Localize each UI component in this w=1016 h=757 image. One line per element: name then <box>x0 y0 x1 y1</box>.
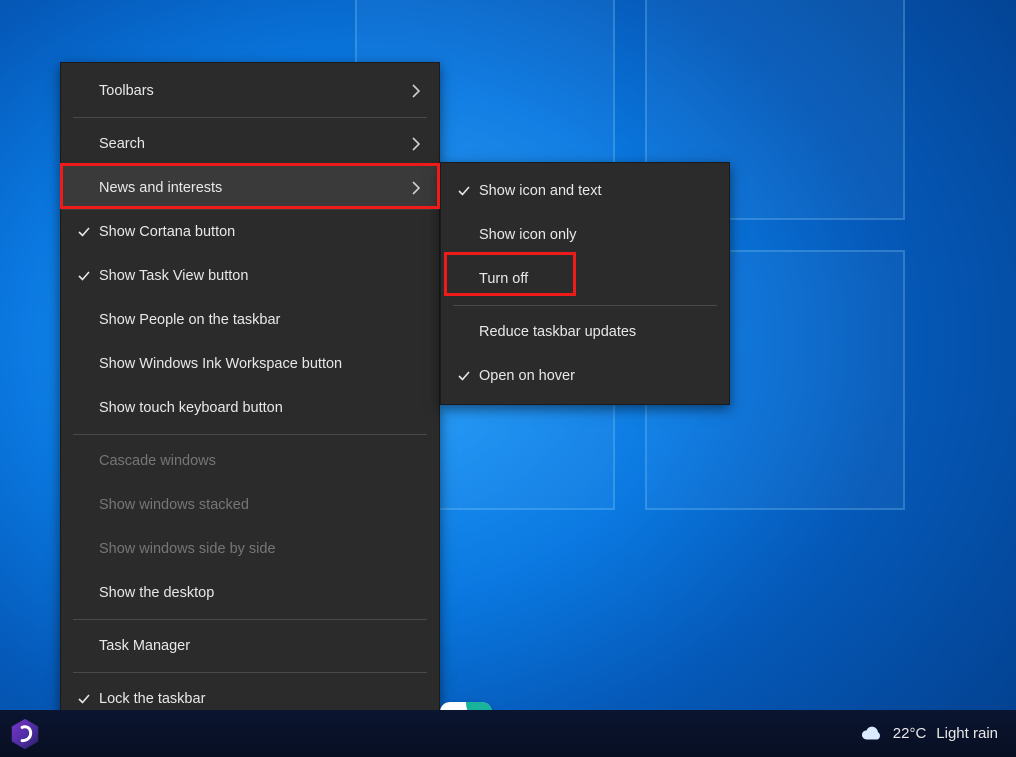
menu-item-label: News and interests <box>97 180 411 196</box>
menu-item-label: Show Windows Ink Workspace button <box>97 356 425 372</box>
submenu-item-open-on-hover[interactable]: Open on hover <box>441 354 729 398</box>
menu-item-show-ink[interactable]: Show Windows Ink Workspace button <box>61 342 439 386</box>
menu-separator <box>73 434 427 435</box>
news-submenu: Show icon and text Show icon only Turn o… <box>440 162 730 405</box>
checkmark-icon <box>451 369 477 383</box>
start-button-logo[interactable] <box>8 717 42 751</box>
menu-item-label: Reduce taskbar updates <box>477 324 715 340</box>
chevron-right-icon <box>411 181 425 195</box>
submenu-item-show-icon-text[interactable]: Show icon and text <box>441 169 729 213</box>
weather-cloud-icon <box>861 723 883 745</box>
menu-item-label: Show icon and text <box>477 183 715 199</box>
chevron-right-icon <box>411 84 425 98</box>
submenu-item-turn-off[interactable]: Turn off <box>441 257 729 301</box>
menu-item-show-task-view[interactable]: Show Task View button <box>61 254 439 298</box>
menu-item-show-desktop[interactable]: Show the desktop <box>61 571 439 615</box>
menu-item-label: Task Manager <box>97 638 425 654</box>
menu-item-show-stacked: Show windows stacked <box>61 483 439 527</box>
weather-condition: Light rain <box>936 725 998 742</box>
menu-item-search[interactable]: Search <box>61 122 439 166</box>
menu-item-label: Show icon only <box>477 227 715 243</box>
menu-item-label: Show windows side by side <box>97 541 425 557</box>
menu-separator <box>453 305 717 306</box>
menu-item-label: Search <box>97 136 411 152</box>
menu-item-label: Lock the taskbar <box>97 691 425 707</box>
menu-item-label: Open on hover <box>477 368 715 384</box>
menu-item-label: Cascade windows <box>97 453 425 469</box>
menu-item-label: Show Task View button <box>97 268 425 284</box>
menu-item-show-people[interactable]: Show People on the taskbar <box>61 298 439 342</box>
menu-item-label: Show People on the taskbar <box>97 312 425 328</box>
menu-item-label: Show Cortana button <box>97 224 425 240</box>
menu-item-show-cortana[interactable]: Show Cortana button <box>61 210 439 254</box>
weather-temperature: 22°C <box>893 725 927 742</box>
menu-separator <box>73 117 427 118</box>
menu-separator <box>73 672 427 673</box>
menu-item-label: Toolbars <box>97 83 411 99</box>
menu-item-side-by-side: Show windows side by side <box>61 527 439 571</box>
menu-item-toolbars[interactable]: Toolbars <box>61 69 439 113</box>
menu-item-news-and-interests[interactable]: News and interests <box>61 166 439 210</box>
taskbar: 22°C Light rain <box>0 710 1016 757</box>
submenu-item-reduce-updates[interactable]: Reduce taskbar updates <box>441 310 729 354</box>
menu-item-task-manager[interactable]: Task Manager <box>61 624 439 668</box>
menu-item-cascade-windows: Cascade windows <box>61 439 439 483</box>
news-and-interests-widget[interactable]: 22°C Light rain <box>861 723 1016 745</box>
desktop-background: Toolbars Search News and interests Sho <box>0 0 1016 757</box>
taskbar-context-menu: Toolbars Search News and interests Sho <box>60 62 440 757</box>
menu-item-label: Show windows stacked <box>97 497 425 513</box>
checkmark-icon <box>451 184 477 198</box>
checkmark-icon <box>71 269 97 283</box>
menu-separator <box>73 619 427 620</box>
menu-item-label: Show touch keyboard button <box>97 400 425 416</box>
chevron-right-icon <box>411 137 425 151</box>
checkmark-icon <box>71 692 97 706</box>
menu-item-label: Show the desktop <box>97 585 425 601</box>
menu-item-show-touch-keyboard[interactable]: Show touch keyboard button <box>61 386 439 430</box>
submenu-item-show-icon-only[interactable]: Show icon only <box>441 213 729 257</box>
checkmark-icon <box>71 225 97 239</box>
menu-item-label: Turn off <box>477 271 715 287</box>
